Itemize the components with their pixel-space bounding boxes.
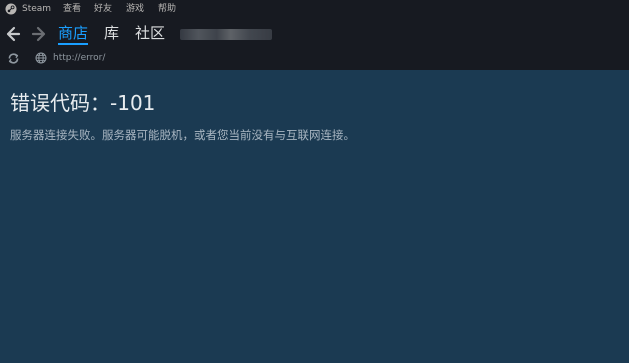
- reload-icon[interactable]: [7, 52, 20, 65]
- navigation-bar: 商店 库 社区: [0, 22, 629, 46]
- arrow-left-icon[interactable]: [5, 26, 21, 42]
- error-page: 错误代码：-101 服务器连接失败。服务器可能脱机，或者您当前没有与互联网连接。: [0, 70, 629, 363]
- tab-community[interactable]: 社区: [135, 23, 165, 43]
- menu-bar: Steam 查看 好友 游戏 帮助: [0, 0, 629, 18]
- error-code-heading: 错误代码：-101: [10, 91, 156, 115]
- menu-friends[interactable]: 好友: [94, 3, 112, 15]
- menu-help[interactable]: 帮助: [158, 3, 176, 15]
- globe-icon: [35, 52, 47, 64]
- address-bar: http://error/: [0, 49, 629, 67]
- title-bar: Steam 查看 好友 游戏 帮助 商店 库 社区 http://error/: [0, 0, 629, 70]
- username-tab-redacted[interactable]: [180, 29, 272, 40]
- steam-logo-icon[interactable]: [5, 3, 17, 15]
- tab-store[interactable]: 商店: [58, 23, 88, 43]
- menu-view[interactable]: 查看: [63, 3, 81, 15]
- steam-window: Steam 查看 好友 游戏 帮助 商店 库 社区 http://error/ …: [0, 0, 629, 363]
- active-tab-indicator: [58, 43, 88, 45]
- tab-library[interactable]: 库: [104, 23, 119, 43]
- menu-games[interactable]: 游戏: [126, 3, 144, 15]
- error-message: 服务器连接失败。服务器可能脱机，或者您当前没有与互联网连接。: [10, 128, 355, 142]
- arrow-right-icon[interactable]: [31, 26, 47, 42]
- url-text[interactable]: http://error/: [53, 52, 105, 64]
- menu-steam[interactable]: Steam: [22, 3, 51, 15]
